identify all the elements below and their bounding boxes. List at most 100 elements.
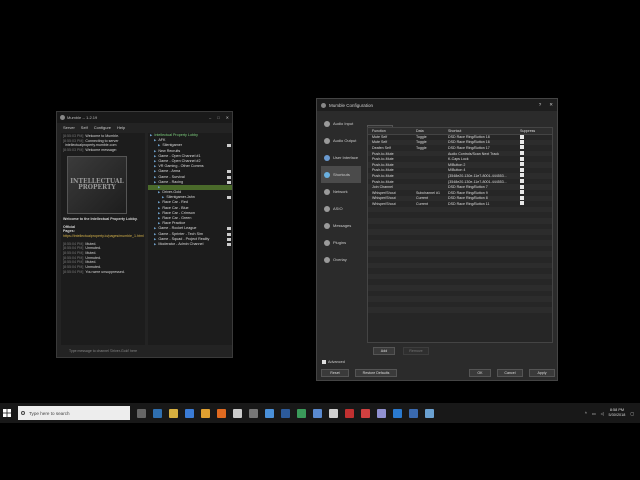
close-icon[interactable]: ✕ — [226, 115, 229, 120]
config-titlebar[interactable]: Mumble Configuration ? ✕ — [317, 99, 557, 111]
unknown-6-icon[interactable] — [329, 408, 338, 418]
restore-defaults-button[interactable]: Restore Defaults — [355, 369, 397, 377]
empty-cell — [444, 313, 516, 319]
network-icon[interactable]: ▭ — [592, 411, 596, 416]
maximize-icon[interactable]: □ — [217, 115, 219, 120]
menu-configure[interactable]: Configure — [94, 125, 111, 130]
channel-status-icons — [227, 232, 232, 236]
mumble-icon[interactable] — [233, 408, 242, 418]
unknown-11-icon[interactable] — [409, 408, 418, 418]
expand-arrow-icon[interactable]: ▶ — [154, 242, 156, 247]
system-tray: ˄ ▭ ◁ 8:58 PM 5/30/2018 ▢ — [585, 408, 640, 418]
suppress-checkbox[interactable] — [520, 151, 524, 156]
unknown-3-icon[interactable] — [281, 408, 290, 418]
mumble-titlebar[interactable]: Mumble -- 1.2.19 – □ ✕ — [57, 112, 232, 123]
add-button[interactable]: Add — [373, 347, 395, 355]
apply-button[interactable]: Apply — [529, 369, 555, 377]
menu-help[interactable]: Help — [117, 125, 125, 130]
sidebar-item-audio-output[interactable]: Audio Output — [321, 132, 361, 149]
firefox-icon[interactable] — [217, 408, 226, 418]
clock[interactable]: 8:58 PM 5/30/2018 — [609, 408, 626, 418]
sidebar-item-user-interface[interactable]: User Interface — [321, 149, 361, 166]
sidebar-item-asio[interactable]: ASIO — [321, 200, 361, 217]
advanced-checkbox[interactable] — [322, 360, 326, 364]
mumble-main-window[interactable]: Mumble -- 1.2.19 – □ ✕ Server Self Confi… — [56, 111, 233, 358]
unknown-10-icon[interactable] — [393, 408, 402, 418]
chrome-icon[interactable] — [201, 408, 210, 418]
log-text: Muted. — [85, 251, 97, 256]
reset-button[interactable]: Reset — [321, 369, 349, 377]
channel-tree[interactable]: ▶ Intellectual Property Lobby ▶ AFK ▶ Silentg… — [148, 133, 232, 345]
store-icon[interactable] — [185, 408, 194, 418]
minimize-icon[interactable]: – — [209, 115, 211, 120]
suppress-checkbox[interactable] — [520, 184, 524, 189]
notifications-icon[interactable]: ▢ — [630, 411, 634, 416]
suppress-checkbox[interactable] — [520, 162, 524, 167]
sidebar-item-network[interactable]: Network — [321, 183, 361, 200]
ok-button[interactable]: OK — [469, 369, 491, 377]
log-timestamp: [8:55:04 PM] — [63, 255, 84, 260]
sidebar-item-messages[interactable]: Messages — [321, 217, 361, 234]
log-text: Muted. — [85, 260, 97, 265]
sidebar-item-audio-input[interactable]: Audio Input — [321, 115, 361, 132]
task-view-icon[interactable] — [137, 408, 146, 418]
channel-tree-row[interactable]: ▶ Moderator - Admin Channel — [148, 242, 232, 247]
unknown-8-icon[interactable] — [361, 408, 370, 418]
suppress-checkbox[interactable] — [520, 179, 524, 184]
expand-arrow-icon[interactable]: ▶ — [158, 190, 160, 195]
chat-log[interactable]: [8:55:03 PM] Welcome to Mumble. [8:55:03 P… — [61, 133, 145, 345]
sidebar-item-overlay[interactable]: Overlay — [321, 251, 361, 268]
unknown-4-icon[interactable] — [297, 408, 306, 418]
channel-status-icons — [227, 180, 232, 184]
channel-info-icon — [227, 180, 231, 184]
start-button[interactable] — [0, 403, 14, 423]
menu-server[interactable]: Server — [63, 125, 75, 130]
sidebar-item-icon — [324, 222, 330, 229]
suppress-checkbox[interactable] — [520, 134, 524, 139]
cell-shortcut[interactable]: {3548e20-130e-11e7-8001-444553... — [444, 173, 516, 179]
unknown-7-icon[interactable] — [345, 408, 354, 418]
sidebar-item-icon — [324, 256, 330, 263]
unknown-2-icon[interactable] — [265, 408, 274, 418]
channel-status-icons — [227, 144, 232, 148]
sidebar-item-label: Shortcuts — [333, 172, 350, 177]
tray-up-arrow-icon[interactable]: ˄ — [585, 411, 587, 415]
unknown-12-icon[interactable] — [425, 408, 434, 418]
unknown-5-icon[interactable] — [313, 408, 322, 418]
config-close-button[interactable]: ✕ — [549, 102, 553, 108]
cell-shortcut[interactable]: {3548e20-130e-11e7-8001-444553... — [444, 179, 516, 185]
help-button[interactable]: ? — [539, 102, 542, 108]
log-text: Unmuted. — [85, 265, 101, 270]
log-text: Muted. — [85, 241, 97, 246]
menu-self[interactable]: Self — [81, 125, 88, 130]
suppress-checkbox[interactable] — [520, 167, 524, 172]
unknown-9-icon[interactable] — [377, 408, 386, 418]
cancel-button[interactable]: Cancel — [497, 369, 523, 377]
config-window[interactable]: Mumble Configuration ? ✕ Audio Input Audi… — [316, 98, 558, 381]
suppress-checkbox[interactable] — [520, 173, 524, 178]
suppress-checkbox[interactable] — [520, 139, 524, 144]
expand-arrow-icon[interactable]: ▶ — [154, 180, 156, 185]
expand-arrow-icon[interactable]: ▶ — [150, 133, 152, 138]
channel-info-icon — [227, 170, 231, 174]
suppress-checkbox[interactable] — [520, 201, 524, 206]
sidebar-item-shortcuts[interactable]: Shortcuts — [321, 166, 361, 183]
remove-button[interactable]: Remove — [403, 347, 429, 355]
cell-data[interactable]: Subchannel #1 — [412, 190, 444, 196]
taskbar-search[interactable]: Type here to search — [18, 406, 130, 420]
unknown-1-icon[interactable] — [249, 408, 258, 418]
chat-input[interactable]: Type message to channel 'Driver-Gold' he… — [61, 349, 232, 356]
explorer-icon[interactable] — [169, 408, 178, 418]
welcome-text: Welcome to the Intellectual Property Lob… — [63, 216, 138, 221]
shortcuts-table[interactable]: Function Data Shortcut Suppress Mute Sel… — [367, 127, 553, 343]
sidebar-item-plugins[interactable]: Plugins — [321, 234, 361, 251]
suppress-checkbox[interactable] — [520, 190, 524, 195]
suppress-checkbox[interactable] — [520, 195, 524, 200]
suppress-checkbox[interactable] — [520, 156, 524, 161]
advanced-toggle[interactable]: Advanced — [322, 360, 345, 364]
pages-link[interactable]: https://intellectualproperty.io/pages/mu… — [63, 234, 144, 238]
volume-icon[interactable]: ◁ — [601, 411, 604, 416]
suppress-checkbox[interactable] — [520, 145, 524, 150]
expand-arrow-icon[interactable]: ▶ — [154, 138, 156, 143]
edge-icon[interactable] — [153, 408, 162, 418]
